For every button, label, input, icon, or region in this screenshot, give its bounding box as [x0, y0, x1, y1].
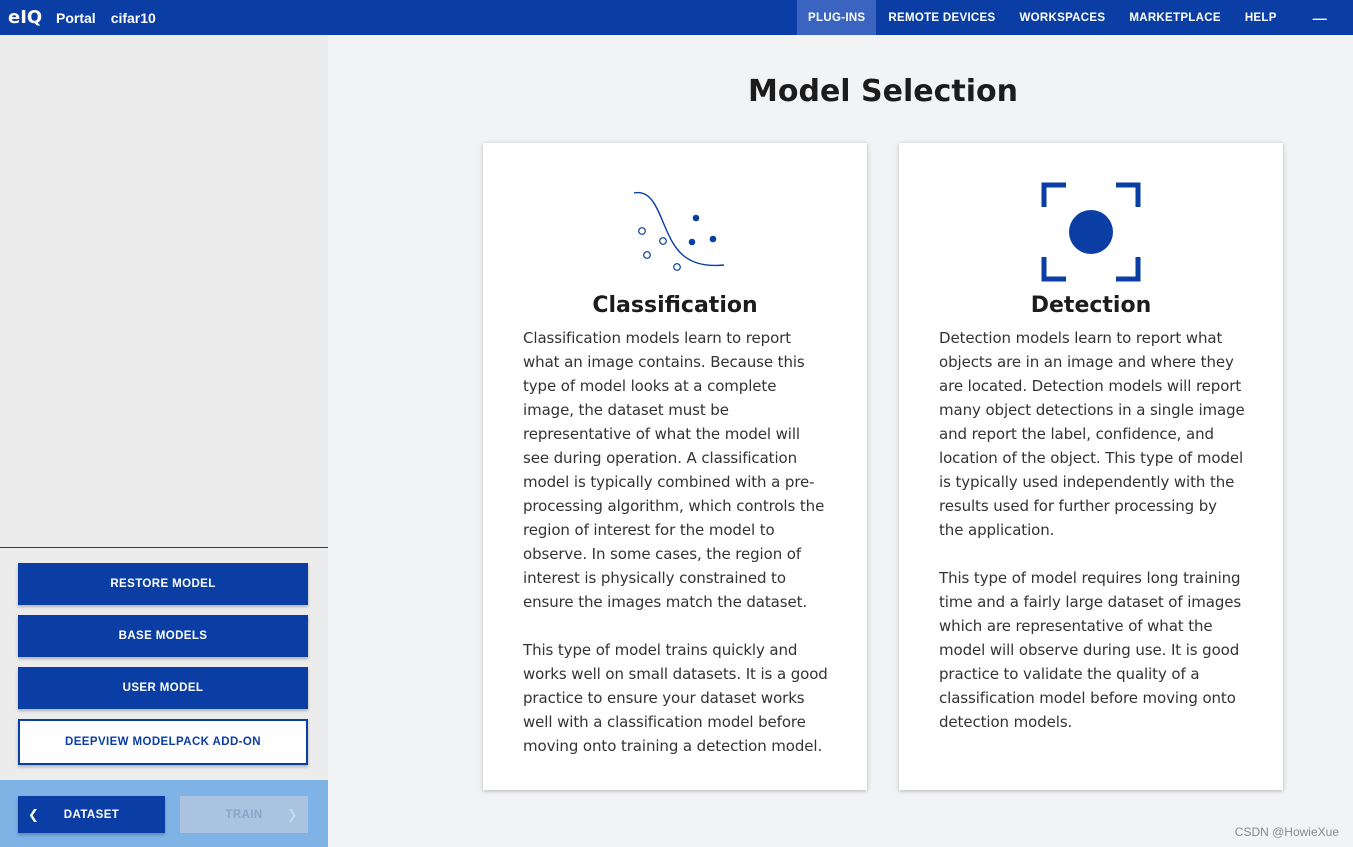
- detection-paragraph: This type of model requires long trainin…: [939, 569, 1242, 731]
- sidebar-divider: [0, 547, 328, 548]
- base-models-button[interactable]: BASE MODELS: [18, 615, 308, 657]
- classification-paragraph: This type of model trains quickly and wo…: [523, 641, 828, 755]
- chevron-left-icon: ❮: [28, 806, 40, 822]
- user-model-button[interactable]: USER MODEL: [18, 667, 308, 709]
- top-bar: eIQ Portal cifar10 PLUG-INS REMOTE DEVIC…: [0, 0, 1353, 35]
- classification-paragraph: Classification models learn to report wh…: [523, 329, 825, 611]
- next-train-label: TRAIN: [225, 808, 263, 821]
- watermark: CSDN @HowieXue: [1234, 825, 1339, 839]
- classification-scatter-icon: [483, 181, 867, 283]
- detection-description: Detection models learn to report what ob…: [939, 326, 1245, 758]
- page-title: Model Selection: [748, 74, 1018, 109]
- app-name: Portal: [56, 9, 96, 26]
- classification-card[interactable]: Classification Classification models lea…: [483, 143, 867, 790]
- nav-plug-ins[interactable]: PLUG-INS: [797, 0, 877, 35]
- nav-workspaces[interactable]: WORKSPACES: [1007, 0, 1117, 35]
- nav-marketplace[interactable]: MARKETPLACE: [1117, 0, 1232, 35]
- top-nav: PLUG-INS REMOTE DEVICES WORKSPACES MARKE…: [797, 0, 1353, 35]
- eiq-logo[interactable]: eIQ: [8, 7, 44, 28]
- back-dataset-button[interactable]: ❮ DATASET: [18, 796, 165, 833]
- detection-title: Detection: [1030, 293, 1152, 318]
- detection-paragraph: Detection models learn to report what ob…: [939, 329, 1245, 539]
- classification-title: Classification: [592, 293, 758, 318]
- nav-help[interactable]: HELP: [1233, 0, 1289, 35]
- detection-target-icon: [899, 181, 1283, 283]
- classification-description: Classification models learn to report wh…: [523, 326, 829, 782]
- next-train-button[interactable]: TRAIN ❯: [180, 796, 308, 833]
- project-name: cifar10: [110, 9, 156, 26]
- restore-model-button[interactable]: RESTORE MODEL: [18, 563, 308, 605]
- brand[interactable]: eIQ Portal cifar10: [0, 0, 156, 35]
- chevron-right-icon: ❯: [286, 806, 298, 822]
- back-dataset-label: DATASET: [63, 808, 120, 821]
- sidebar: RESTORE MODEL BASE MODELS USER MODEL DEE…: [0, 35, 328, 847]
- minimize-button[interactable]: —: [1289, 0, 1353, 35]
- step-navigation-bar: ❮ DATASET TRAIN ❯: [0, 780, 328, 847]
- detection-card[interactable]: Detection Detection models learn to repo…: [899, 143, 1283, 790]
- nav-remote-devices[interactable]: REMOTE DEVICES: [876, 0, 1007, 35]
- deepview-modelpack-addon-button[interactable]: DEEPVIEW MODELPACK ADD-ON: [18, 719, 308, 765]
